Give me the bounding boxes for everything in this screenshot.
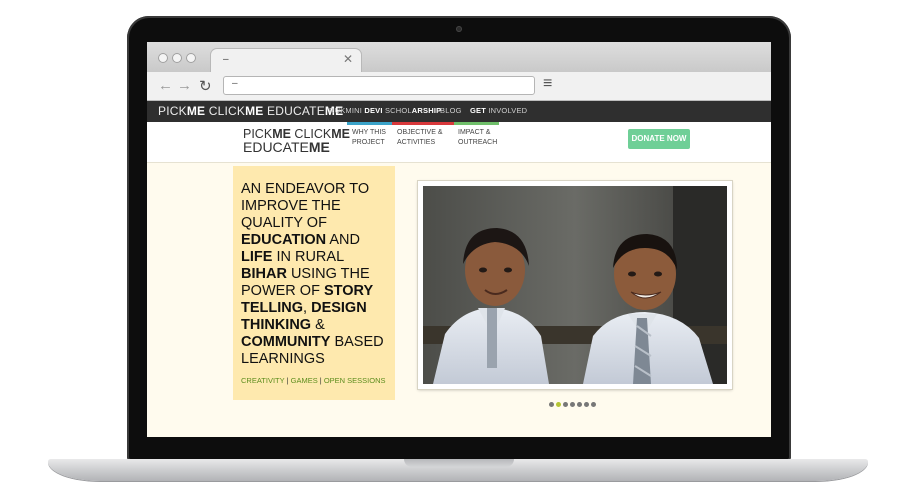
browser-tab-strip: – ✕ [147,42,771,72]
logo-part: ME [308,139,330,155]
brand-part: CLICK [205,104,246,118]
get-involved-link[interactable]: GET INVOLVED [470,106,527,115]
hero-text-box: AN ENDEAVOR TO IMPROVE THE QUALITY OF ED… [233,166,395,400]
tag-creativity[interactable]: CREATIVITY [241,376,284,385]
link-part: SCHOL [382,106,412,115]
webcam [456,26,462,32]
headline-part: , [303,300,312,316]
brand-part: PICK [158,104,187,118]
hero-tags: CREATIVITY | GAMES | OPEN SESSIONS [241,376,386,385]
link-part: INVOLVED [486,106,528,115]
link-part: GET [470,106,487,115]
headline-part: COMMUNITY [241,334,331,350]
tab-title: – [223,54,229,65]
blog-link[interactable]: BLOG [440,106,462,115]
nav-label: PROJECT [352,139,385,146]
browser-toolbar: ← → ↻ – ≡ [147,72,771,101]
hero-photo-frame [418,181,732,389]
link-part: RUKMINI [329,106,365,115]
headline-part: BIHAR [241,266,287,282]
brand-part: EDUCATE [263,104,325,118]
menu-icon[interactable]: ≡ [543,75,552,93]
reload-icon[interactable]: ↻ [199,77,212,95]
nav-accent-why [347,122,392,125]
nav-label: ACTIVITIES [397,139,436,146]
headline-part: AND [326,232,360,248]
browser-tab[interactable]: – ✕ [211,49,361,72]
headline-part: AN ENDEAVOR TO IMPROVE THE QUALITY OF [241,181,370,231]
hero-headline: AN ENDEAVOR TO IMPROVE THE QUALITY OF ED… [241,181,393,368]
donate-now-button[interactable]: DONATE NOW [628,129,690,149]
back-arrow-icon[interactable]: ← [158,77,173,94]
laptop-notch [404,459,514,467]
nav-accent-objective [392,122,454,125]
nav-impact-outreach[interactable]: IMPACT & OUTREACH [458,128,497,148]
laptop-screen: – ✕ ← → ↻ – ≡ PICKME CLICKME EDUCATEME R… [147,42,771,437]
window-minimize-button[interactable] [172,53,182,63]
logo-part: EDUCATE [243,139,309,155]
top-brand[interactable]: PICKME CLICKME EDUCATEME [158,104,343,118]
forward-arrow-icon[interactable]: → [177,77,192,94]
brand-part: ME [186,104,206,118]
nav-objective-activities[interactable]: OBJECTIVE & ACTIVITIES [397,128,443,148]
scholarship-link[interactable]: RUKMINI DEVI SCHOLARSHIP [329,106,441,115]
slider-dot[interactable] [584,402,589,407]
nav-label: OBJECTIVE & [397,129,443,136]
tag-games[interactable]: GAMES [291,376,318,385]
slider-dot[interactable] [556,402,561,407]
nav-label: OUTREACH [458,139,498,146]
headline-part: IN RURAL [272,249,344,265]
slider-dot[interactable] [549,402,554,407]
logo-line-2: EDUCATEME [243,139,350,155]
site-logo[interactable]: PICKME CLICKME EDUCATEME [243,127,350,155]
address-text: – [232,78,238,89]
link-part: ARSHIP [411,106,442,115]
headline-part: LIFE [241,249,273,265]
slider-dot[interactable] [563,402,568,407]
logo-part: ME [331,127,350,141]
slider-dot[interactable] [570,402,575,407]
nav-label: WHY THIS [352,129,386,136]
link-part: DEVI [364,106,383,115]
nav-accent-impact [454,122,499,125]
window-close-button[interactable] [158,53,168,63]
address-bar[interactable]: – [223,76,535,95]
headline-part: & [311,317,325,333]
slider-dot[interactable] [577,402,582,407]
window-maximize-button[interactable] [186,53,196,63]
tag-open-sessions[interactable]: OPEN SESSIONS [324,376,386,385]
headline-part: EDUCATION [241,232,327,248]
site-header: PICKME CLICKME EDUCATEME WHY THIS PROJEC… [147,122,771,163]
children-photo [423,186,727,384]
slider-dot[interactable] [591,402,596,407]
nav-why-this-project[interactable]: WHY THIS PROJECT [352,128,386,148]
close-icon[interactable]: ✕ [343,52,353,66]
site-top-bar: PICKME CLICKME EDUCATEME RUKMINI DEVI SC… [147,101,771,122]
brand-part: ME [245,104,264,118]
nav-label: IMPACT & [458,129,491,136]
